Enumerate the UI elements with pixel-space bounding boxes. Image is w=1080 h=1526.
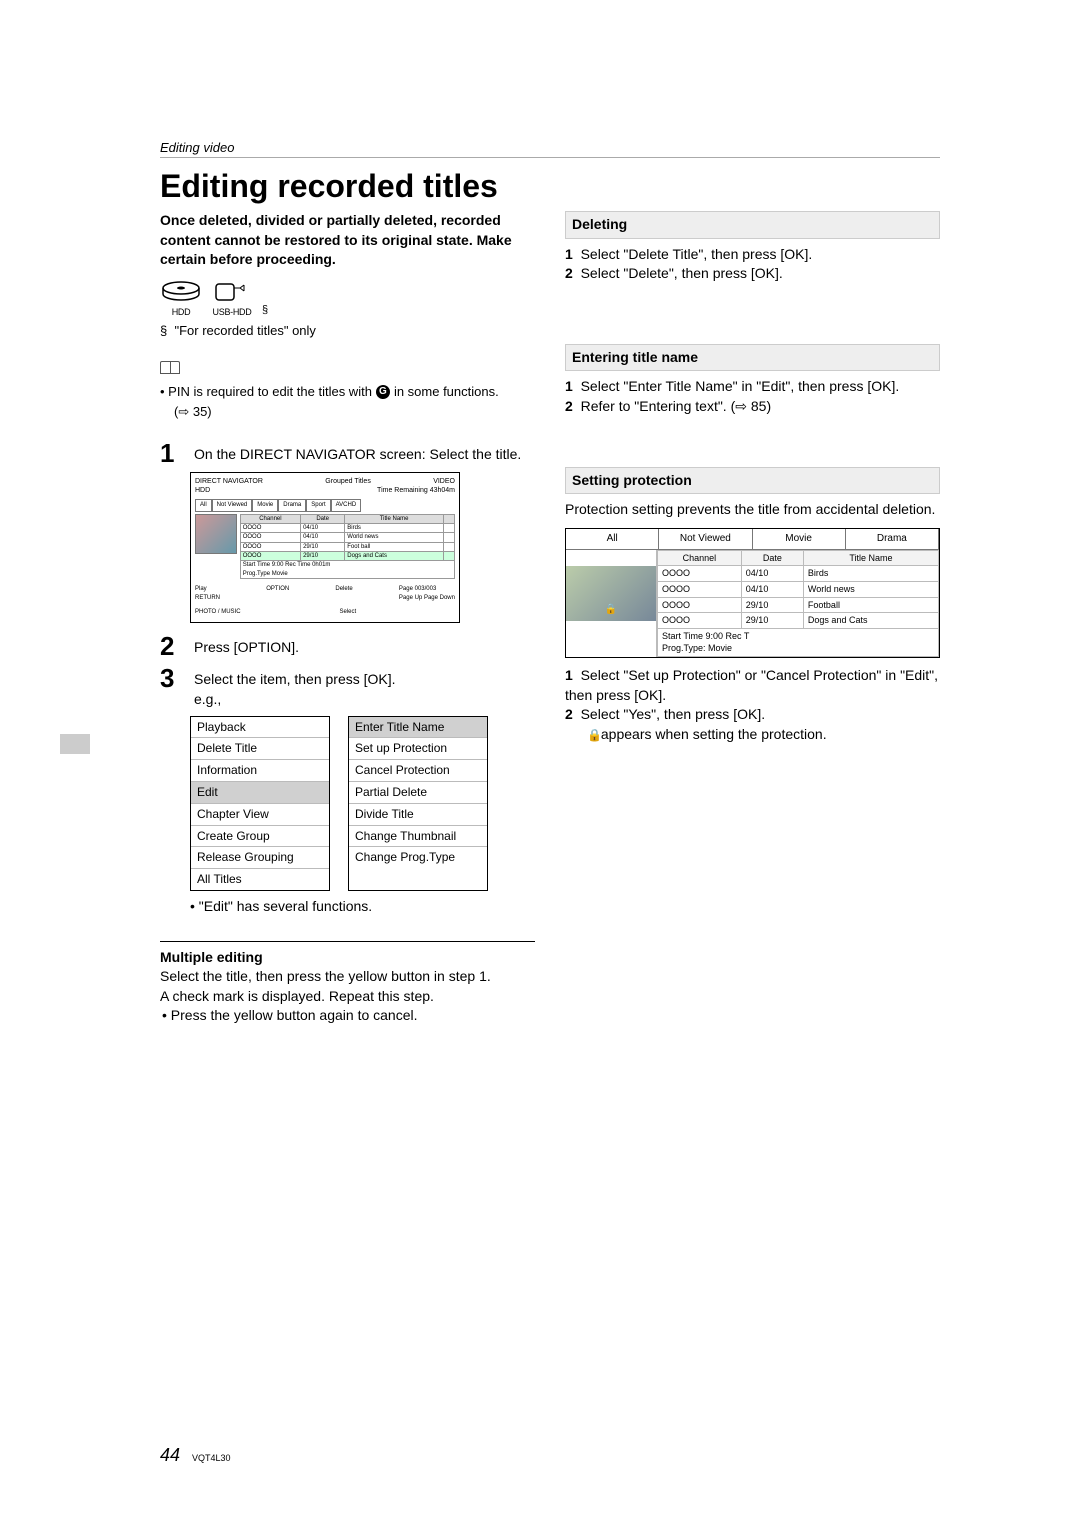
footnote: § "For recorded titles" only bbox=[160, 322, 535, 340]
hdd-label: HDD bbox=[160, 306, 202, 319]
section-header: Editing video bbox=[160, 140, 940, 158]
step-3-num: 3 bbox=[160, 665, 184, 691]
ent-step-1: Select "Enter Title Name" in "Edit", the… bbox=[581, 378, 900, 394]
hdd-icon: HDD bbox=[160, 280, 202, 319]
page-title: Editing recorded titles bbox=[160, 168, 940, 205]
lock-icon: 🔒 bbox=[605, 603, 617, 617]
setting-protection-head: Setting protection bbox=[565, 467, 940, 495]
del-step-2: Select "Delete", then press [OK]. bbox=[581, 265, 783, 281]
g-badge-icon: G bbox=[376, 385, 390, 399]
direct-navigator-screenshot: DIRECT NAVIGATORGrouped TitlesVIDEO HDDT… bbox=[190, 472, 460, 624]
warning-text: Once deleted, divided or partially delet… bbox=[160, 211, 535, 270]
lock-icon-inline bbox=[587, 725, 597, 745]
page-number: 44 bbox=[160, 1445, 180, 1466]
ent-step-2: Refer to "Entering text". (⇨ 85) bbox=[581, 398, 772, 414]
step-2-text: Press [OPTION]. bbox=[194, 633, 535, 658]
multi-body-3: • Press the yellow button again to cance… bbox=[162, 1006, 535, 1026]
asterisk-icon: § bbox=[262, 303, 268, 318]
usb-hdd-label: USB-HDD bbox=[212, 306, 252, 319]
step-3-text: Select the item, then press [OK]. e.g., bbox=[194, 665, 535, 709]
protection-note: appears when setting the protection. bbox=[601, 726, 827, 742]
protection-screenshot: AllNot Viewed MovieDrama 🔒 ChannelDateTi… bbox=[565, 528, 940, 658]
edit-submenu: Enter Title Name Set up Protection Cance… bbox=[348, 716, 488, 891]
divider bbox=[160, 941, 535, 942]
page-footer: 44 VQT4L30 bbox=[160, 1445, 231, 1466]
step-1-num: 1 bbox=[160, 440, 184, 466]
step-2-num: 2 bbox=[160, 633, 184, 659]
multi-body-1: Select the title, then press the yellow … bbox=[160, 967, 535, 987]
prot-step-1: Select "Set up Protection" or "Cancel Pr… bbox=[565, 667, 938, 703]
pin-note: • PIN is required to edit the titles wit… bbox=[160, 383, 535, 401]
book-icon bbox=[160, 361, 180, 374]
menu-diagram: Playback Delete Title Information Edit C… bbox=[190, 716, 535, 891]
multiple-editing-head: Multiple editing bbox=[160, 948, 535, 968]
option-menu: Playback Delete Title Information Edit C… bbox=[190, 716, 330, 891]
usb-hdd-icon: USB-HDD bbox=[212, 280, 252, 319]
prot-step-2: Select "Yes", then press [OK]. bbox=[581, 706, 766, 722]
del-step-1: Select "Delete Title", then press [OK]. bbox=[581, 246, 813, 262]
drive-icons: HDD USB-HDD § bbox=[160, 280, 535, 319]
step-1-text: On the DIRECT NAVIGATOR screen: Select t… bbox=[194, 440, 535, 465]
multi-body-2: A check mark is displayed. Repeat this s… bbox=[160, 987, 535, 1007]
protection-intro: Protection setting prevents the title fr… bbox=[565, 500, 940, 520]
entering-title-head: Entering title name bbox=[565, 344, 940, 372]
deleting-head: Deleting bbox=[565, 211, 940, 239]
margin-tab bbox=[60, 734, 90, 754]
edit-note: • "Edit" has several functions. bbox=[190, 897, 535, 917]
doc-code: VQT4L30 bbox=[192, 1453, 231, 1463]
pin-ref: (⇨ 35) bbox=[174, 403, 535, 421]
